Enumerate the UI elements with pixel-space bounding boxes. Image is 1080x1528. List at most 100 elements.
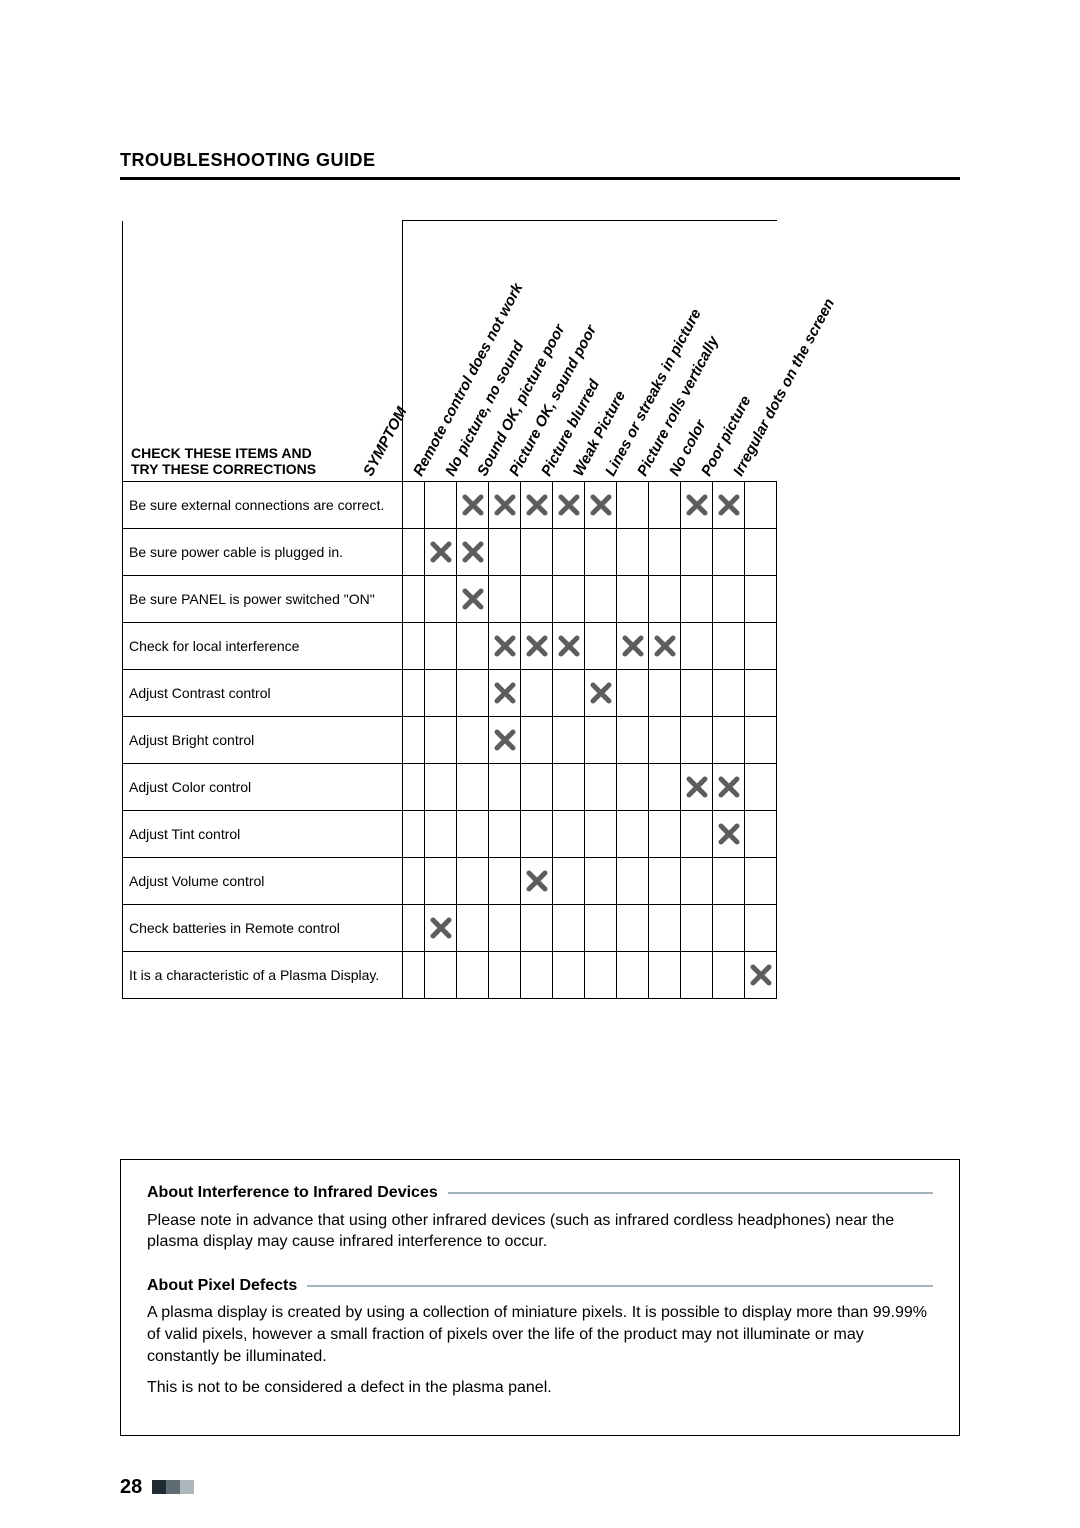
matrix-cell (585, 717, 617, 764)
gap-cell (403, 623, 425, 670)
page-title: TROUBLESHOOTING GUIDE (120, 150, 960, 171)
header-stub: CHECK THESE ITEMS ANDTRY THESE CORRECTIO… (123, 221, 403, 482)
rule-icon (448, 1192, 933, 1194)
matrix-cell (521, 905, 553, 952)
matrix-cell (745, 529, 777, 576)
matrix-cell (713, 764, 745, 811)
matrix-cell (425, 811, 457, 858)
matrix-cell (489, 717, 521, 764)
matrix-cell (585, 670, 617, 717)
correction-label: Adjust Contrast control (123, 670, 403, 717)
matrix-cell (585, 576, 617, 623)
matrix-cell (457, 952, 489, 999)
check-x-icon (461, 540, 485, 564)
matrix-cell (553, 482, 585, 529)
correction-label: Be sure power cable is plugged in. (123, 529, 403, 576)
matrix-cell (649, 482, 681, 529)
matrix-cell (521, 482, 553, 529)
correction-label: Check for local interference (123, 623, 403, 670)
gap-cell (403, 670, 425, 717)
matrix-cell (681, 858, 713, 905)
matrix-cell (425, 858, 457, 905)
matrix-cell (617, 905, 649, 952)
gap-cell (403, 717, 425, 764)
matrix-cell (457, 811, 489, 858)
check-x-icon (685, 775, 709, 799)
matrix-cell (617, 529, 649, 576)
matrix-cell (649, 811, 681, 858)
matrix-cell (457, 858, 489, 905)
matrix-cell (489, 811, 521, 858)
matrix-cell (553, 952, 585, 999)
matrix-cell (521, 623, 553, 670)
matrix-cell (521, 858, 553, 905)
check-x-icon (717, 493, 741, 517)
check-x-icon (493, 634, 517, 658)
matrix-cell (745, 858, 777, 905)
matrix-cell (489, 529, 521, 576)
correction-label: Be sure external connections are correct… (123, 482, 403, 529)
matrix-cell (585, 764, 617, 811)
check-x-icon (525, 634, 549, 658)
matrix-cell (649, 576, 681, 623)
matrix-cell (457, 576, 489, 623)
matrix-cell (617, 811, 649, 858)
check-x-icon (461, 493, 485, 517)
matrix-cell (489, 952, 521, 999)
matrix-cell (681, 905, 713, 952)
footnote-box: About Interference to Infrared Devices P… (120, 1159, 960, 1436)
matrix-cell (553, 576, 585, 623)
check-x-icon (653, 634, 677, 658)
symptom-header: SYMPTOMRemote control does not workNo pi… (403, 221, 777, 482)
gap-cell (403, 764, 425, 811)
matrix-cell (585, 529, 617, 576)
matrix-cell (425, 623, 457, 670)
matrix-cell (713, 623, 745, 670)
matrix-cell (713, 576, 745, 623)
matrix-cell (649, 858, 681, 905)
matrix-cell (713, 529, 745, 576)
matrix-cell (617, 576, 649, 623)
matrix-cell (681, 811, 713, 858)
check-x-icon (621, 634, 645, 658)
matrix-cell (681, 952, 713, 999)
matrix-cell (553, 764, 585, 811)
check-x-icon (557, 634, 581, 658)
check-x-icon (493, 681, 517, 705)
matrix-cell (489, 623, 521, 670)
page-number-bar: 28 (120, 1476, 960, 1499)
check-x-icon (685, 493, 709, 517)
matrix-cell (457, 764, 489, 811)
gap-cell (403, 905, 425, 952)
matrix-cell (489, 670, 521, 717)
matrix-cell (425, 576, 457, 623)
matrix-cell (553, 811, 585, 858)
matrix-cell (713, 717, 745, 764)
matrix-cell (617, 482, 649, 529)
check-x-icon (493, 493, 517, 517)
matrix-cell (489, 858, 521, 905)
matrix-cell (745, 905, 777, 952)
matrix-cell (585, 623, 617, 670)
matrix-cell (457, 529, 489, 576)
check-x-icon (525, 869, 549, 893)
matrix-cell (681, 764, 713, 811)
troubleshooting-table: CHECK THESE ITEMS ANDTRY THESE CORRECTIO… (122, 220, 822, 999)
title-rule (120, 177, 960, 180)
correction-label: Adjust Color control (123, 764, 403, 811)
check-x-icon (493, 728, 517, 752)
matrix-cell (425, 905, 457, 952)
check-x-icon (717, 775, 741, 799)
gap-cell (403, 811, 425, 858)
footnote-h2: About Pixel Defects (147, 1275, 297, 1297)
gap-cell (403, 576, 425, 623)
matrix-cell (649, 623, 681, 670)
footnote-p1: Please note in advance that using other … (147, 1210, 933, 1253)
matrix-cell (745, 952, 777, 999)
footnote-h1: About Interference to Infrared Devices (147, 1182, 438, 1204)
matrix-cell (745, 576, 777, 623)
gap-cell (403, 529, 425, 576)
matrix-cell (617, 717, 649, 764)
gap-cell (403, 858, 425, 905)
matrix-cell (745, 670, 777, 717)
